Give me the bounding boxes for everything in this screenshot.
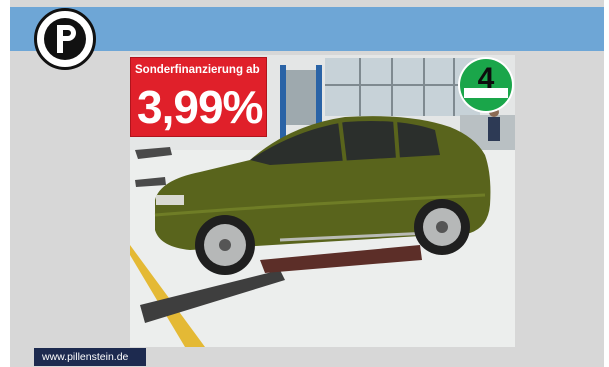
footer-url-link[interactable]: www.pillenstein.de — [42, 351, 128, 363]
financing-label: Sonderfinanzierung ab — [135, 64, 260, 76]
footer-bar: www.pillenstein.de — [10, 347, 604, 367]
financing-rate: 3,99% — [137, 81, 263, 133]
header-bar — [10, 7, 604, 51]
footer-url-box[interactable]: www.pillenstein.de — [34, 348, 146, 366]
emission-sticker-number: 4 — [477, 62, 495, 95]
emission-sticker-icon: 4 — [458, 57, 514, 113]
brand-logo-icon — [34, 8, 96, 70]
financing-promo-badge: Sonderfinanzierung ab 3,99% — [131, 58, 266, 136]
